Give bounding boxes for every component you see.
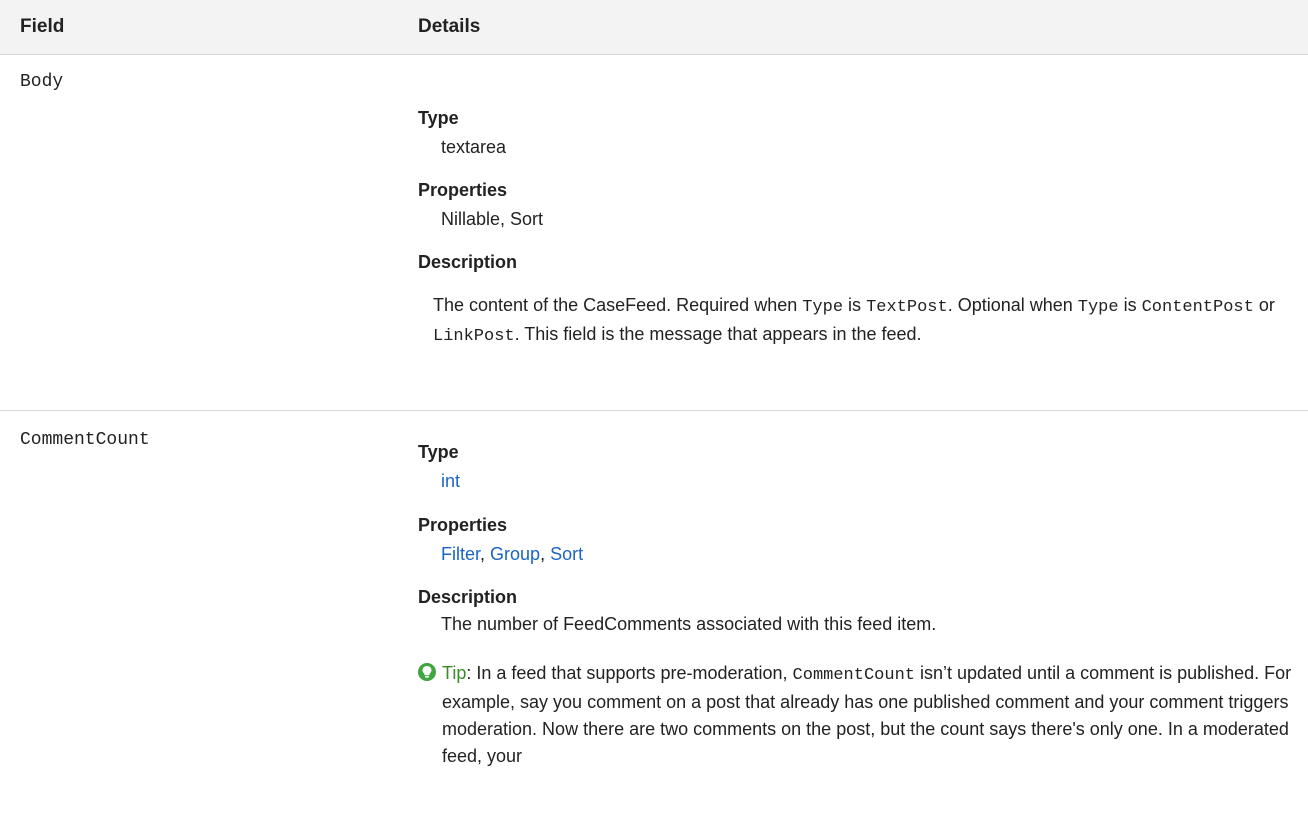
column-header-field: Field: [20, 16, 65, 37]
field-name: Body: [20, 72, 64, 92]
description-text: The number of FeedComments associated wi…: [441, 614, 937, 634]
type-label: Type: [418, 108, 459, 128]
type-label: Type: [418, 442, 459, 462]
type-value: int: [441, 471, 460, 492]
properties-label: Properties: [418, 515, 508, 535]
description-text: The content of the CaseFeed. Required wh…: [433, 295, 1275, 346]
field-name: CommentCount: [20, 430, 150, 450]
row-divider: [0, 410, 1308, 411]
property-link-filter[interactable]: Filter: [441, 544, 480, 564]
properties-label: Properties: [418, 180, 508, 200]
description-label: Description: [418, 587, 518, 607]
type-value: textarea: [441, 137, 507, 157]
property-link-sort[interactable]: Sort: [550, 544, 583, 564]
properties-value: Filter, Group, Sort: [441, 544, 584, 564]
table-header: Field Details: [0, 0, 1308, 55]
tip-label: Tip: [442, 663, 467, 683]
description-label: Description: [418, 252, 518, 272]
properties-value: Nillable, Sort: [441, 209, 544, 229]
column-header-details: Details: [418, 16, 481, 37]
lightbulb-icon: [418, 663, 436, 681]
property-link-group[interactable]: Group: [490, 544, 540, 564]
type-link-int[interactable]: int: [441, 471, 460, 491]
tip-text: Tip: In a feed that supports pre-moderat…: [442, 663, 1292, 766]
